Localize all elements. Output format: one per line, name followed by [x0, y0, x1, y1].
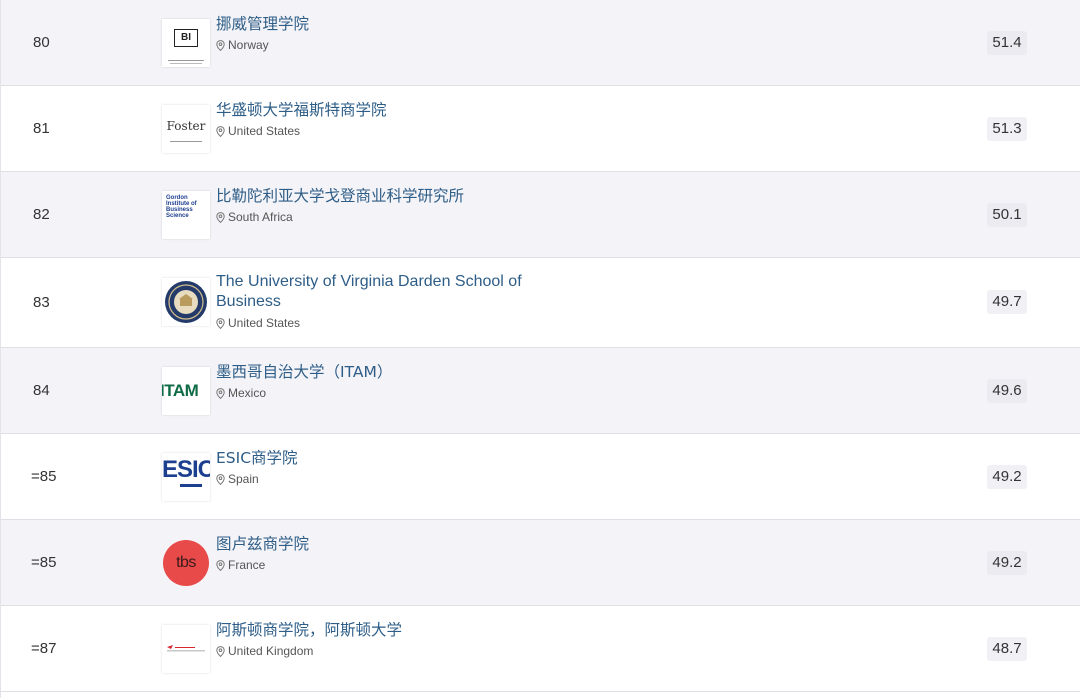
school-logo-esic[interactable]: ESIC — [162, 453, 210, 501]
location-text: United States — [228, 124, 301, 138]
aston-logo-icon — [167, 645, 205, 652]
location: Spain — [216, 472, 536, 486]
tbs-logo-text: tbs — [176, 554, 196, 571]
score-badge: 49.7 — [987, 290, 1027, 314]
location-text: Spain — [228, 472, 259, 486]
school-name-link[interactable]: 墨西哥自治大学（ITAM） — [216, 362, 536, 382]
location-text: Mexico — [228, 386, 267, 400]
school-info: ESIC商学院 Spain — [216, 448, 536, 486]
location: Mexico — [216, 386, 536, 400]
score-badge: 49.2 — [987, 551, 1027, 575]
location: Norway — [216, 38, 536, 52]
bi-logo-mark: BI — [174, 29, 198, 47]
foster-logo-text: Foster — [166, 119, 206, 133]
location-pin-icon — [216, 211, 225, 223]
itam-logo-text: ITAM — [162, 381, 199, 400]
school-info: 图卢兹商学院 France — [216, 534, 536, 572]
score-badge: 50.1 — [987, 203, 1027, 227]
gordon-logo-text: Gordon Institute of Business Science — [166, 195, 197, 219]
school-name-link[interactable]: 挪威管理学院 — [216, 14, 536, 34]
score-badge: 51.4 — [987, 31, 1027, 55]
table-row: =85 tbs 图卢兹商学院 France 49.2 — [1, 520, 1080, 606]
rank-value: =87 — [31, 640, 57, 657]
table-row: 81 Foster 华盛顿大学福斯特商学院 United States 51.3 — [1, 86, 1080, 172]
location-text: United Kingdom — [228, 644, 314, 658]
school-info: 华盛顿大学福斯特商学院 United States — [216, 100, 536, 138]
school-info: 墨西哥自治大学（ITAM） Mexico — [216, 362, 536, 400]
school-info: The University of Virginia Darden School… — [216, 272, 546, 330]
location-pin-icon — [216, 645, 225, 657]
school-name-link[interactable]: The University of Virginia Darden School… — [216, 272, 546, 312]
school-name-link[interactable]: 华盛顿大学福斯特商学院 — [216, 100, 536, 120]
school-logo-tbs[interactable]: tbs — [162, 539, 210, 587]
table-row: 84 ITAM 墨西哥自治大学（ITAM） Mexico 49.6 — [1, 348, 1080, 434]
school-logo-bi[interactable]: BI — [162, 19, 210, 67]
location-pin-icon — [216, 39, 225, 51]
rank-value: 80 — [33, 34, 50, 51]
school-info: 挪威管理学院 Norway — [216, 14, 536, 52]
location-text: France — [228, 558, 266, 572]
rank-value: 83 — [33, 294, 50, 311]
location: United States — [216, 124, 536, 138]
darden-seal-icon — [165, 281, 207, 323]
school-name-link[interactable]: 阿斯顿商学院，阿斯顿大学 — [216, 620, 536, 640]
location-text: South Africa — [228, 210, 293, 224]
score-badge: 49.2 — [987, 465, 1027, 489]
location-pin-icon — [216, 559, 225, 571]
esic-logo-text: ESIC — [162, 456, 210, 483]
location-pin-icon — [216, 317, 225, 329]
location-text: Norway — [228, 38, 269, 52]
location: France — [216, 558, 536, 572]
rank-value: 84 — [33, 382, 50, 399]
score-badge: 51.3 — [987, 117, 1027, 141]
score-badge: 48.7 — [987, 637, 1027, 661]
school-logo-aston[interactable] — [162, 625, 210, 673]
table-row: =87 阿斯顿商学院，阿斯顿大学 United Kingdom 48.7 — [1, 606, 1080, 692]
location-pin-icon — [216, 473, 225, 485]
school-logo-gordon[interactable]: Gordon Institute of Business Science — [162, 191, 210, 239]
rank-value: 81 — [33, 120, 50, 137]
school-name-link[interactable]: 比勒陀利亚大学戈登商业科学研究所 — [216, 186, 536, 206]
rank-value: =85 — [31, 554, 57, 571]
location-pin-icon — [216, 125, 225, 137]
school-logo-darden[interactable] — [162, 278, 210, 326]
location: South Africa — [216, 210, 536, 224]
school-info: 比勒陀利亚大学戈登商业科学研究所 South Africa — [216, 186, 536, 224]
rankings-table: 80 BI 挪威管理学院 Norway 51.4 81 Foster 华盛顿大学… — [0, 0, 1080, 698]
table-row: =85 ESIC ESIC商学院 Spain 49.2 — [1, 434, 1080, 520]
location-text: United States — [228, 316, 301, 330]
school-logo-foster[interactable]: Foster — [162, 105, 210, 153]
location: United Kingdom — [216, 644, 536, 658]
school-name-link[interactable]: 图卢兹商学院 — [216, 534, 536, 554]
table-row: 82 Gordon Institute of Business Science … — [1, 172, 1080, 258]
table-row: 83 The University of Virginia Darden Sch… — [1, 258, 1080, 348]
score-badge: 49.6 — [987, 379, 1027, 403]
school-name-link[interactable]: ESIC商学院 — [216, 448, 536, 468]
school-logo-itam[interactable]: ITAM — [162, 367, 210, 415]
rank-value: 82 — [33, 206, 50, 223]
rank-value: =85 — [31, 468, 57, 485]
location-pin-icon — [216, 387, 225, 399]
table-row: 80 BI 挪威管理学院 Norway 51.4 — [1, 0, 1080, 86]
location: United States — [216, 316, 546, 330]
school-info: 阿斯顿商学院，阿斯顿大学 United Kingdom — [216, 620, 536, 658]
